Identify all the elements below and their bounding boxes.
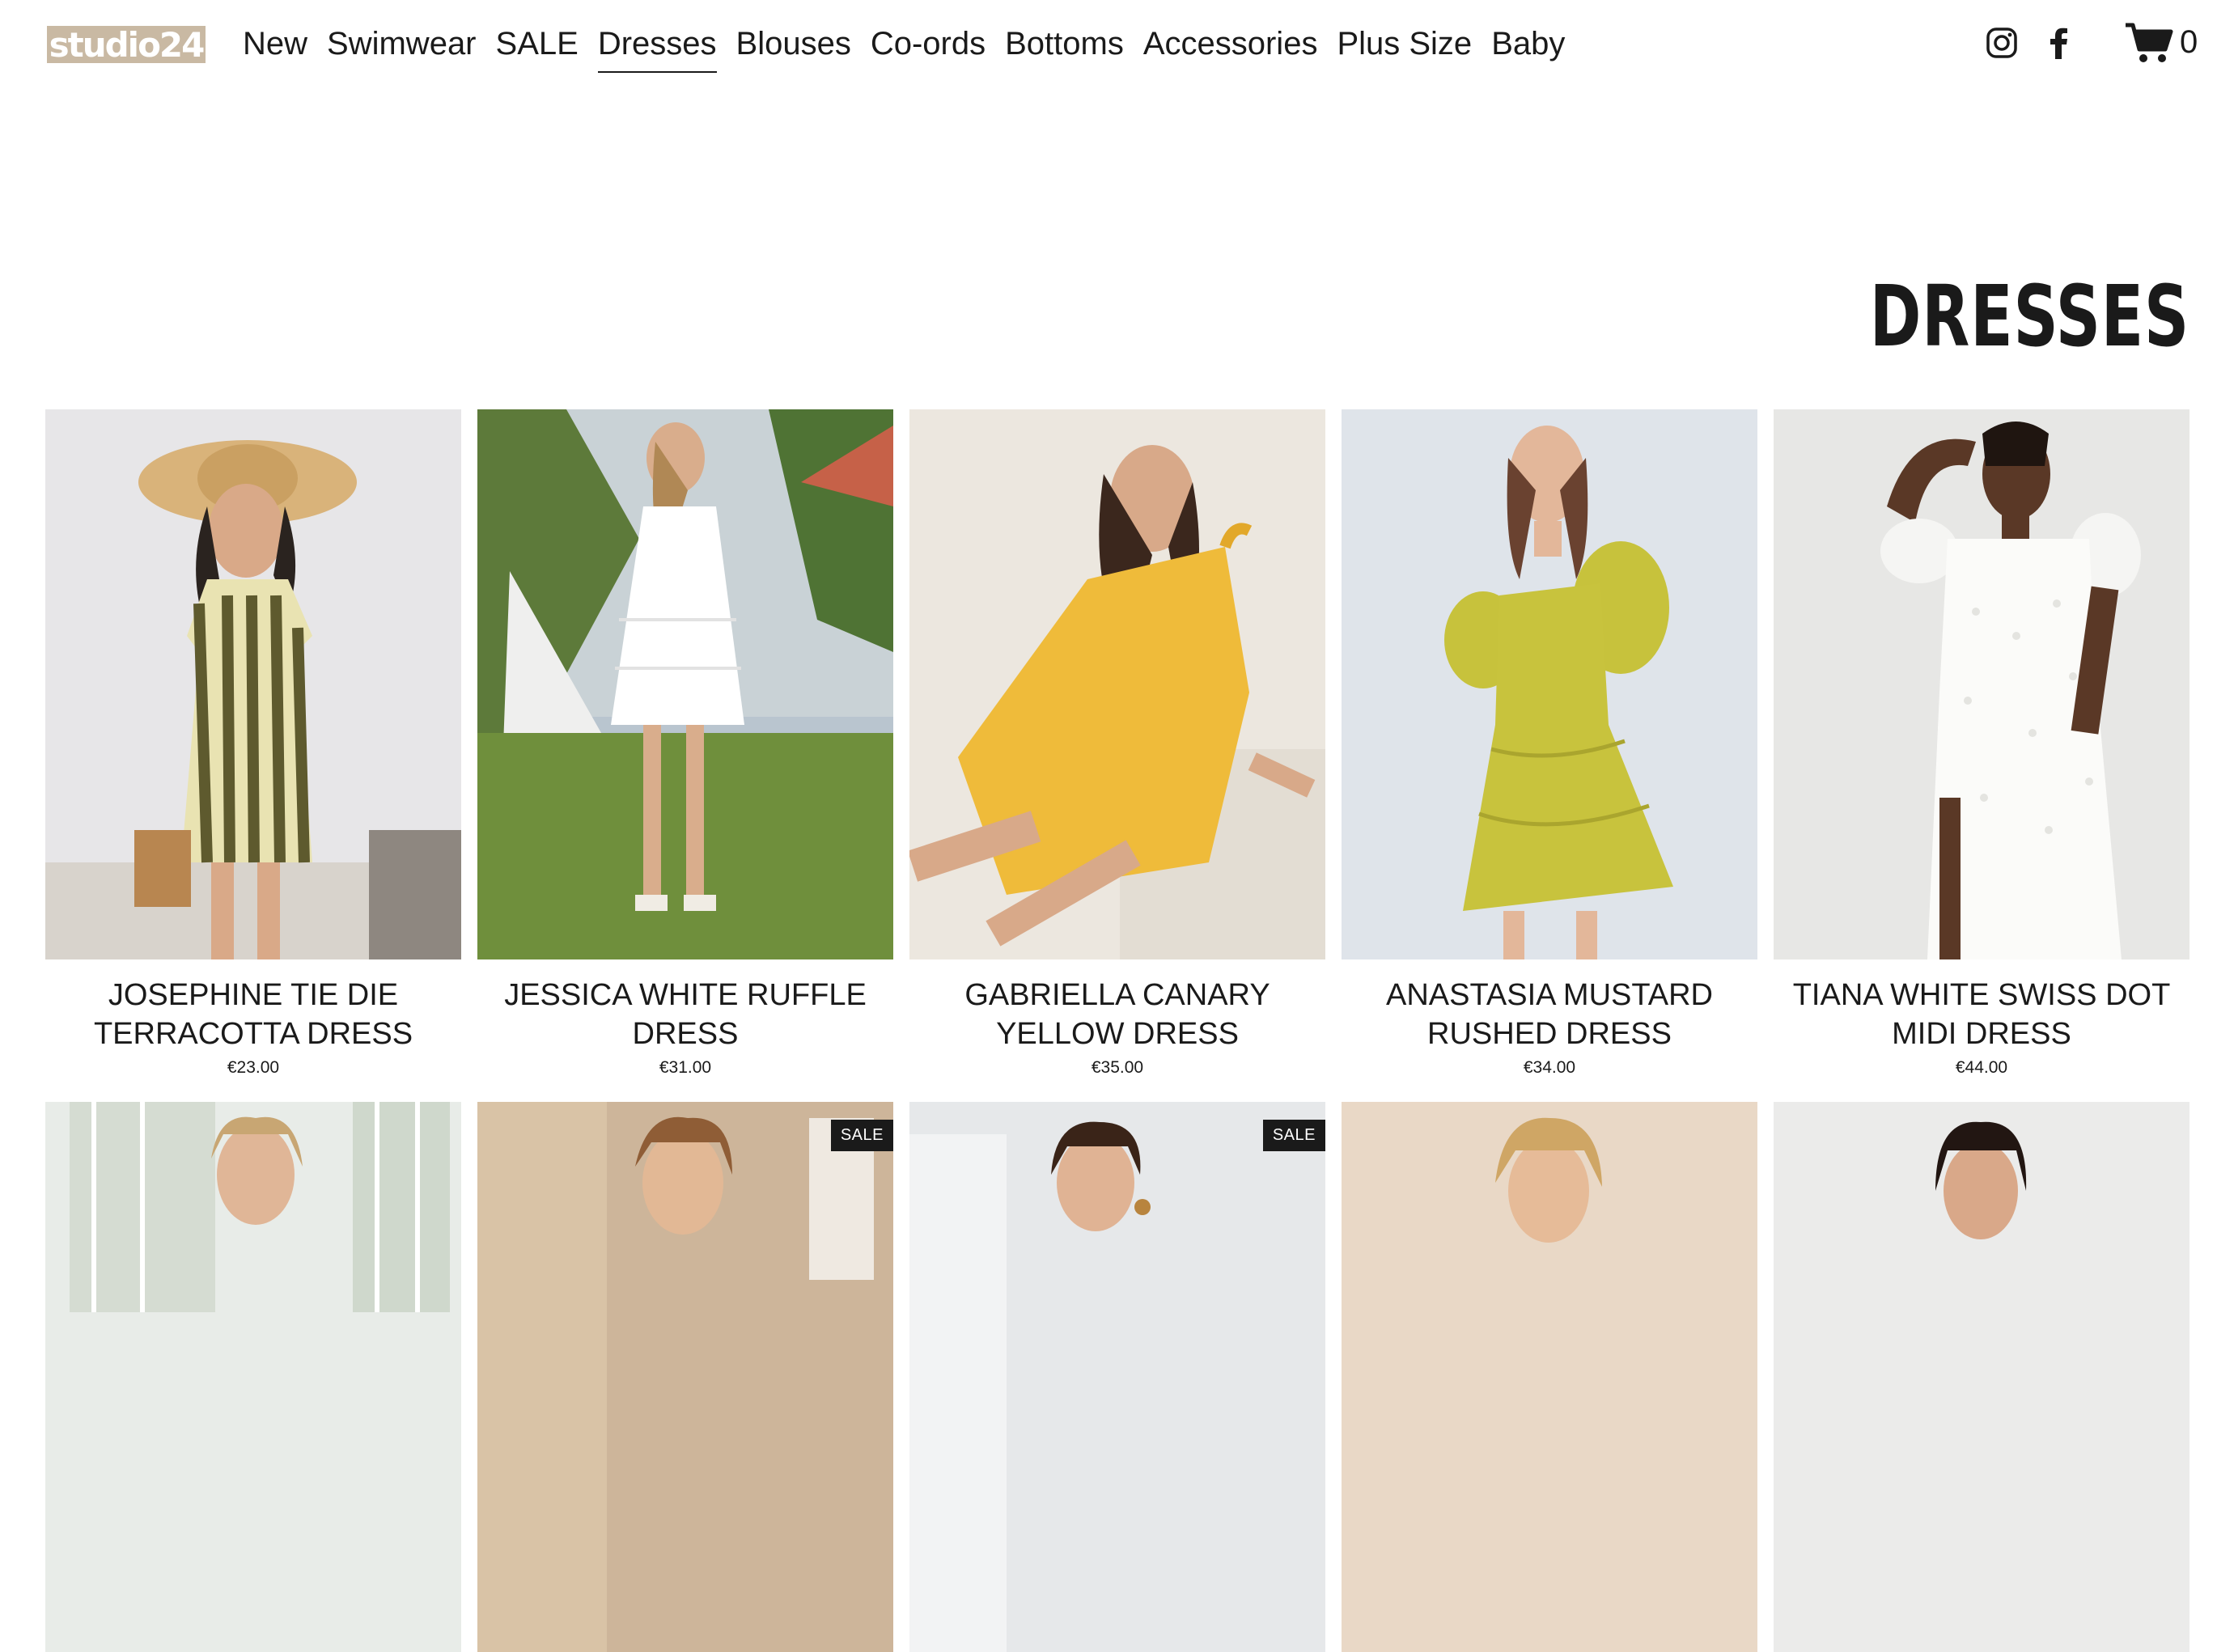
product-image[interactable] bbox=[45, 1102, 461, 1652]
product-image[interactable] bbox=[1342, 1102, 1757, 1652]
nav-item-sale[interactable]: SALE bbox=[496, 19, 579, 73]
nav-item-swimwear[interactable]: Swimwear bbox=[327, 19, 476, 73]
product-name[interactable]: JESSICA WHITE RUFFLE DRESS bbox=[477, 976, 893, 1053]
product-name[interactable]: ANASTASIA MUSTARD RUSHED DRESS bbox=[1342, 976, 1757, 1053]
product-price: €31.00 bbox=[659, 1058, 712, 1077]
product-card[interactable]: TIANA WHITE SWISS DOT MIDI DRESS €44.00 bbox=[1774, 409, 2189, 1078]
product-card[interactable]: ANASTASIA MUSTARD RUSHED DRESS €34.00 bbox=[1342, 409, 1757, 1078]
main-nav: New Swimwear SALE Dresses Blouses Co-ord… bbox=[243, 19, 1565, 73]
product-price: €34.00 bbox=[1523, 1058, 1576, 1077]
nav-item-new[interactable]: New bbox=[243, 19, 307, 73]
social-links: 0 bbox=[1984, 23, 2198, 62]
nav-item-bottoms[interactable]: Bottoms bbox=[1005, 19, 1124, 73]
sale-badge: SALE bbox=[830, 1120, 893, 1151]
product-image[interactable] bbox=[1342, 409, 1757, 959]
nav-item-co-ords[interactable]: Co-ords bbox=[871, 19, 986, 73]
nav-item-baby[interactable]: Baby bbox=[1491, 19, 1565, 73]
product-card[interactable] bbox=[1342, 1102, 1757, 1652]
product-image[interactable] bbox=[1774, 1102, 2189, 1652]
cart-count[interactable]: 0 bbox=[2180, 24, 2198, 61]
nav-item-blouses[interactable]: Blouses bbox=[736, 19, 851, 73]
cart-icon[interactable] bbox=[2123, 23, 2175, 62]
product-card[interactable] bbox=[1774, 1102, 2189, 1652]
product-image[interactable] bbox=[1774, 409, 2189, 959]
product-price: €44.00 bbox=[1955, 1058, 2008, 1077]
product-image[interactable] bbox=[45, 409, 461, 959]
sale-badge: SALE bbox=[1262, 1120, 1325, 1151]
page-title: DRESSES bbox=[1869, 267, 2189, 366]
product-card[interactable]: SALE bbox=[477, 1102, 893, 1652]
product-card[interactable] bbox=[45, 1102, 461, 1652]
product-name[interactable]: JOSEPHINE TIE DIE TERRACOTTA DRESS bbox=[45, 976, 461, 1053]
product-image[interactable]: SALE bbox=[477, 1102, 893, 1652]
product-price: €35.00 bbox=[1091, 1058, 1144, 1077]
product-image[interactable]: SALE bbox=[909, 1102, 1325, 1652]
nav-item-plus-size[interactable]: Plus Size bbox=[1337, 19, 1472, 73]
nav-item-dresses[interactable]: Dresses bbox=[597, 19, 717, 73]
site-header: studio24 New Swimwear SALE Dresses Blous… bbox=[0, 0, 2217, 89]
product-card[interactable]: SALE bbox=[909, 1102, 1325, 1652]
product-name[interactable]: GABRIELLA CANARY YELLOW DRESS bbox=[909, 976, 1325, 1053]
product-card[interactable]: JOSEPHINE TIE DIE TERRACOTTA DRESS €23.0… bbox=[45, 409, 461, 1078]
product-image[interactable] bbox=[909, 409, 1325, 959]
instagram-icon[interactable] bbox=[1984, 25, 2020, 61]
product-card[interactable]: GABRIELLA CANARY YELLOW DRESS €35.00 bbox=[909, 409, 1325, 1078]
product-price: €23.00 bbox=[227, 1058, 280, 1077]
product-image[interactable] bbox=[477, 409, 893, 959]
product-name[interactable]: TIANA WHITE SWISS DOT MIDI DRESS bbox=[1774, 976, 2189, 1053]
facebook-icon[interactable] bbox=[2041, 25, 2076, 61]
product-card[interactable]: JESSICA WHITE RUFFLE DRESS €31.00 bbox=[477, 409, 893, 1078]
site-logo[interactable]: studio24 bbox=[47, 25, 206, 65]
nav-item-accessories[interactable]: Accessories bbox=[1143, 19, 1318, 73]
